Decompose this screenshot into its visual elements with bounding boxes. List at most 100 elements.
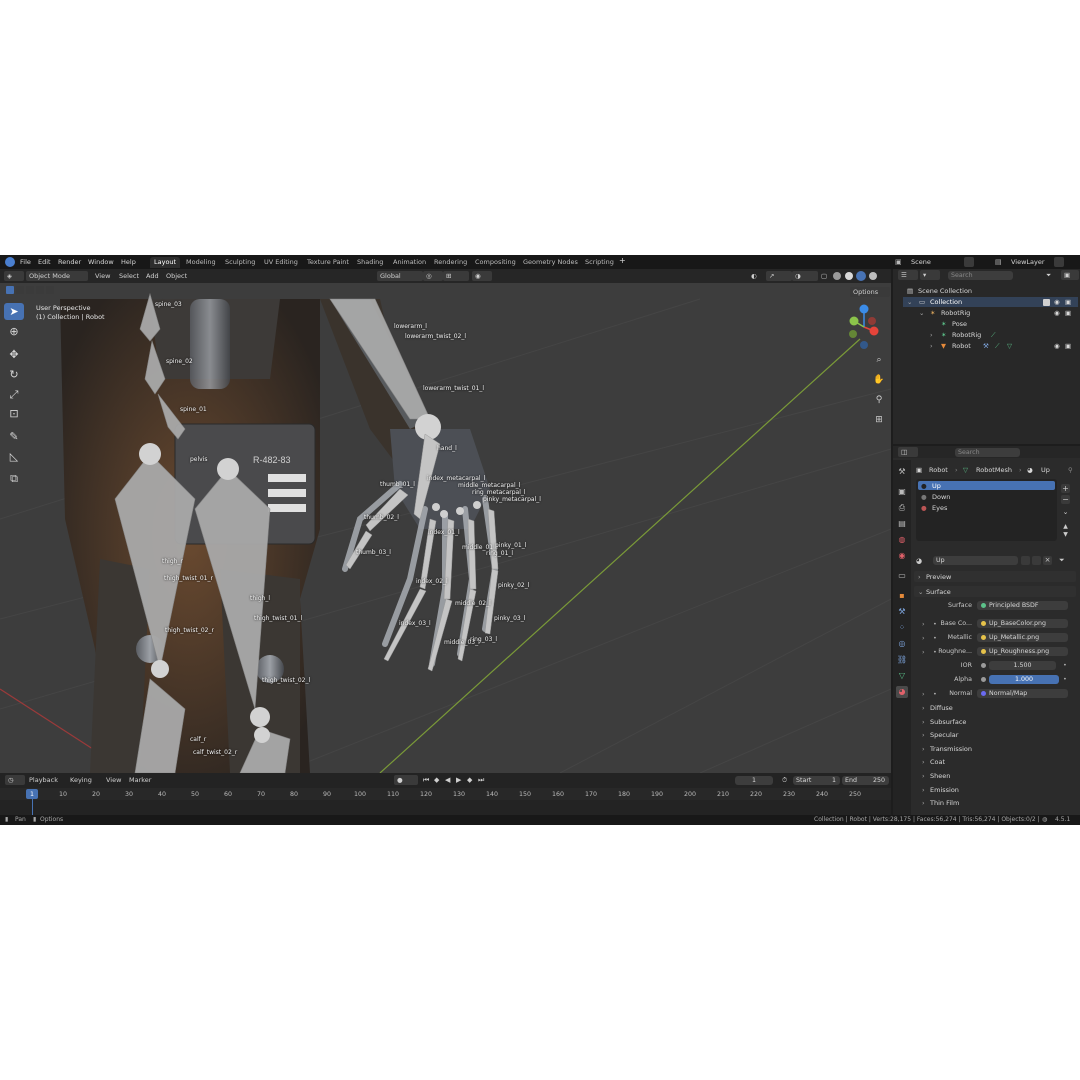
material-tab-icon[interactable]: ◕ (896, 686, 908, 698)
grid-perspective-icon[interactable]: ⊞ (872, 413, 886, 427)
metallic-field[interactable]: Up_Metallic.png (977, 633, 1068, 642)
pin-icon[interactable]: ⚲ (1068, 466, 1073, 474)
expand-arrow-icon[interactable]: ⌄ (919, 309, 924, 317)
tab-geometry-nodes[interactable]: Geometry Nodes (519, 257, 582, 268)
tab-layout[interactable]: Layout (150, 257, 181, 268)
measure-tool-icon[interactable]: ◺ (4, 448, 24, 465)
menu-view[interactable]: View (92, 271, 113, 281)
zoom-icon[interactable]: ⌕ (872, 353, 886, 367)
collection-tab-icon[interactable]: ▭ (896, 570, 908, 582)
rendered-shading-icon[interactable] (869, 272, 877, 280)
timeline-editor[interactable]: ◷ Playback Keying View Marker ● ⏮ ◆ ◀ ▶ … (0, 773, 891, 817)
jump-keyframe-forward-icon[interactable]: ◆ (464, 775, 475, 785)
proportional-edit-icon[interactable]: ◉ (472, 271, 492, 281)
breadcrumb-object[interactable]: Robot (929, 466, 948, 474)
timeline-editor-type-icon[interactable]: ◷ (5, 775, 25, 785)
select-mode-intersect-icon[interactable] (46, 286, 54, 294)
outliner-editor-type-icon[interactable]: ☰ (898, 270, 918, 280)
subpanel-label[interactable]: Coat (930, 758, 945, 766)
pan-hand-icon[interactable]: ✋ (872, 373, 886, 387)
start-frame-field[interactable]: Start 1 (793, 776, 840, 785)
physics-tab-icon[interactable]: ◎ (896, 638, 908, 650)
tab-modeling[interactable]: Modeling (182, 257, 220, 268)
expand-arrow-icon[interactable]: › (930, 342, 933, 350)
select-mode-set-icon[interactable] (6, 286, 14, 294)
viewport-scene[interactable]: R-482-83 (0, 269, 891, 773)
material-slot-list[interactable]: ● Up ● Down ● Eyes (916, 479, 1057, 541)
node-tree-icon[interactable]: ⏷ (1059, 556, 1065, 565)
end-frame-field[interactable]: End 250 (842, 776, 889, 785)
duplicate-material-icon[interactable] (1032, 556, 1041, 565)
menu-select[interactable]: Select (116, 271, 142, 281)
breadcrumb-material[interactable]: Up (1041, 466, 1050, 474)
render-camera-icon[interactable]: ▣ (1065, 342, 1071, 350)
expand-arrow-icon[interactable]: › (922, 690, 925, 698)
remove-slot-button[interactable]: − (1061, 495, 1070, 504)
subpanel-label[interactable]: Thin Film (930, 799, 959, 807)
roughness-field[interactable]: Up_Roughness.png (977, 647, 1068, 656)
tab-sculpting[interactable]: Sculpting (221, 257, 259, 268)
select-mode-subtract-icon[interactable] (26, 286, 34, 294)
surface-section-label[interactable]: Surface (926, 588, 951, 596)
menu-file[interactable]: File (20, 258, 31, 266)
select-mode-extend-icon[interactable] (16, 286, 24, 294)
subpanel-label[interactable]: Specular (930, 731, 958, 739)
browse-material-icon[interactable]: ◕ (916, 557, 922, 565)
visibility-eye-icon[interactable]: ◉ (1054, 342, 1060, 350)
material-slot[interactable]: Eyes (932, 504, 947, 512)
scale-tool-icon[interactable]: ⤢ (4, 386, 24, 403)
menu-keying[interactable]: Keying (67, 775, 95, 785)
move-slot-down-icon[interactable]: ▼ (1061, 531, 1070, 539)
auto-keying-toggle[interactable]: ● (394, 775, 418, 785)
select-box-tool-icon[interactable]: ➤ (4, 303, 24, 320)
display-mode-icon[interactable]: ▾ (920, 270, 940, 280)
move-tool-icon[interactable]: ✥ (4, 346, 24, 363)
render-camera-icon[interactable]: ▣ (1065, 298, 1071, 306)
render-tab-icon[interactable]: ▣ (896, 486, 908, 498)
tab-texture-paint[interactable]: Texture Paint (303, 257, 353, 268)
collapse-arrow-icon[interactable]: › (922, 718, 925, 726)
gizmo-toggle-icon[interactable]: ↗ (766, 271, 792, 281)
filter-icon[interactable]: ⏷ (1043, 270, 1054, 280)
base-color-field[interactable]: Up_BaseColor.png (977, 619, 1068, 628)
3d-viewport[interactable]: R-482-83 ◈ Object Mode View Select Add O… (0, 269, 891, 773)
wireframe-shading-icon[interactable] (833, 272, 841, 280)
rotate-tool-icon[interactable]: ↻ (4, 366, 24, 383)
keyframe-dot-icon[interactable]: • (1063, 675, 1067, 683)
collapse-arrow-icon[interactable]: › (922, 704, 925, 712)
expand-arrow-icon[interactable]: › (922, 634, 925, 642)
scene-tab-icon[interactable]: ◍ (896, 534, 908, 546)
outliner-item-robotrig-data[interactable]: RobotRig (952, 331, 981, 339)
view-layer-selector[interactable]: ViewLayer (1011, 258, 1045, 266)
visibility-eye-icon[interactable]: ◉ (1054, 298, 1060, 306)
subpanel-label[interactable]: Subsurface (930, 718, 966, 726)
visibility-eye-icon[interactable]: ◉ (1054, 309, 1060, 317)
menu-help[interactable]: Help (121, 258, 136, 266)
expand-arrow-icon[interactable]: › (930, 331, 933, 339)
tab-uv-editing[interactable]: UV Editing (260, 257, 302, 268)
tab-scripting[interactable]: Scripting (581, 257, 618, 268)
subpanel-label[interactable]: Emission (930, 786, 959, 794)
collection-label[interactable]: Collection (930, 298, 962, 306)
particles-tab-icon[interactable]: ⁘ (896, 622, 908, 634)
collapse-arrow-icon[interactable]: › (922, 758, 925, 766)
select-mode-invert-icon[interactable] (36, 286, 44, 294)
data-tab-icon[interactable]: ▽ (896, 670, 908, 682)
constraints-tab-icon[interactable]: ⛓ (896, 654, 908, 666)
collapse-arrow-icon[interactable]: › (922, 799, 925, 807)
exclude-checkbox[interactable] (1043, 299, 1050, 306)
add-slot-button[interactable]: + (1061, 484, 1070, 493)
tab-shading[interactable]: Shading (353, 257, 387, 268)
add-workspace-button[interactable]: + (619, 256, 626, 265)
breadcrumb-mesh[interactable]: RobotMesh (976, 466, 1012, 474)
jump-end-icon[interactable]: ⏭ (475, 775, 487, 785)
collapse-arrow-icon[interactable]: › (922, 772, 925, 780)
scene-selector[interactable]: Scene (911, 258, 931, 266)
pivot-icon[interactable]: ◎ (423, 271, 443, 281)
camera-view-icon[interactable]: ⚲ (872, 393, 886, 407)
properties-search-input[interactable]: Search (955, 448, 1020, 457)
unlink-material-icon[interactable]: × (1043, 556, 1052, 565)
play-reverse-icon[interactable]: ◀ (442, 775, 453, 785)
overlay-toggle-icon[interactable]: ◑ (792, 271, 818, 281)
material-shading-icon[interactable] (856, 271, 866, 281)
